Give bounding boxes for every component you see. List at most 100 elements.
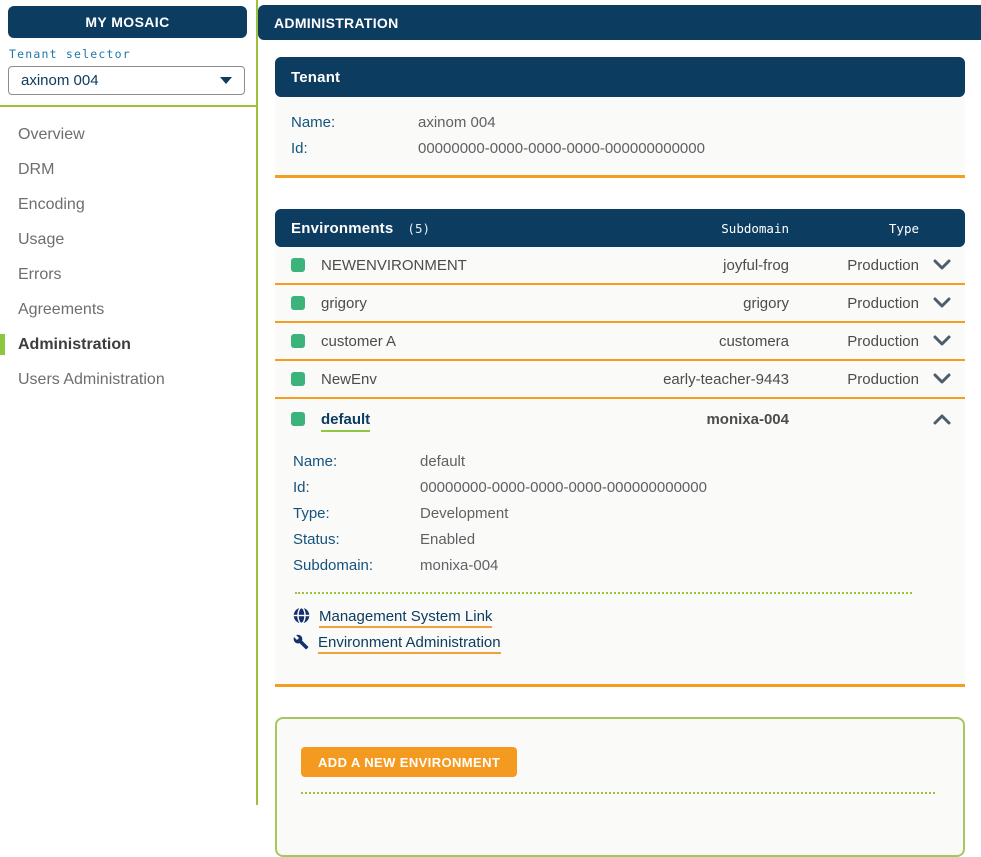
environments-card-body: NEWENVIRONMENT joyful-frog Production gr… [275,247,965,687]
environment-name: default [321,411,370,432]
field-value: default [420,449,465,475]
environments-card-title: Environments [291,220,393,237]
field-label: Name: [293,449,420,475]
environments-title-wrap: Environments (5) [291,220,579,237]
sidebar-item-drm[interactable]: DRM [0,152,256,187]
sidebar-item-agreements[interactable]: Agreements [0,292,256,327]
green-square-icon [291,334,305,348]
environments-card: Environments (5) Subdomain Type NEWENVIR… [275,209,965,687]
chevron-up-icon[interactable] [919,413,965,425]
field-value: monixa-004 [420,553,498,579]
environment-row[interactable]: grigory grigory Production [275,285,965,323]
environment-details: Name: default Id: 00000000-0000-0000-000… [275,439,965,579]
tenant-card: Tenant Name: axinom 004 Id: 00000000-000… [275,57,965,178]
environment-name: customer A [321,333,579,350]
nav-label: Users Administration [18,371,165,389]
brand-label: MY MOSAIC [85,14,169,30]
environment-name: NEWENVIRONMENT [321,257,579,274]
field-label: Id: [293,475,420,501]
dotted-divider [301,792,935,794]
environment-administration-link[interactable]: Environment Administration [318,634,501,654]
management-system-link[interactable]: Management System Link [319,608,492,628]
nav-label: DRM [18,161,54,179]
detail-row: Id: 00000000-0000-0000-0000-000000000000 [293,475,965,501]
column-header-type: Type [789,221,919,236]
sidebar-item-users-administration[interactable]: Users Administration [0,362,256,397]
tenant-selector-dropdown[interactable]: axinom 004 [8,66,245,95]
detail-row: Type: Development [293,501,965,527]
environment-links: Management System Link Environment Admin… [275,605,965,684]
environment-name-wrap: default [321,411,579,428]
detail-row: Status: Enabled [293,527,965,553]
tenant-card-header: Tenant [275,57,965,97]
content-column: Tenant Name: axinom 004 Id: 00000000-000… [275,57,965,857]
environments-card-header: Environments (5) Subdomain Type [275,209,965,247]
field-label: Id: [291,136,418,162]
environment-type: Production [789,333,919,350]
nav-label: Overview [18,126,85,144]
chevron-down-icon[interactable] [919,297,965,309]
tenant-name-row: Name: axinom 004 [291,110,949,136]
environment-subdomain: joyful-frog [579,257,789,274]
page-title-bar: ADMINISTRATION [258,5,981,40]
environments-count-badge: (5) [407,221,430,236]
green-square-icon [291,258,305,272]
environment-type: Production [789,295,919,312]
my-mosaic-button[interactable]: MY MOSAIC [8,6,247,38]
nav-label: Encoding [18,196,85,214]
field-label: Status: [293,527,420,553]
add-environment-panel: ADD A NEW ENVIRONMENT [275,717,965,857]
globe-icon [293,607,310,629]
environment-administration-link-row: Environment Administration [293,631,965,657]
sidebar-item-overview[interactable]: Overview [0,117,256,152]
chevron-down-icon [220,77,232,84]
field-label: Subdomain: [293,553,420,579]
environment-name: grigory [321,295,579,312]
column-header-subdomain: Subdomain [579,221,789,236]
green-square-icon [291,372,305,386]
green-square-icon [291,412,305,426]
sidebar-item-encoding[interactable]: Encoding [0,187,256,222]
nav-label: Administration [18,336,131,354]
environment-type: Production [789,371,919,388]
nav-label: Usage [18,231,64,249]
environment-subdomain: monixa-004 [579,411,789,428]
sidebar-item-administration[interactable]: Administration [0,327,256,362]
environment-row[interactable]: NewEnv early-teacher-9443 Production [275,361,965,399]
tenant-selected-value: axinom 004 [21,72,99,89]
detail-row: Subdomain: monixa-004 [293,553,965,579]
green-square-icon [291,296,305,310]
environment-type: Production [789,257,919,274]
tenant-id-row: Id: 00000000-0000-0000-0000-000000000000 [291,136,949,162]
wrench-icon [293,634,309,655]
chevron-down-icon[interactable] [919,373,965,385]
dotted-divider [295,592,912,594]
tenant-card-title: Tenant [291,69,340,86]
environment-subdomain: early-teacher-9443 [579,371,789,388]
field-value: Enabled [420,527,475,553]
environment-row[interactable]: customer A customera Production [275,323,965,361]
environment-row-expanded[interactable]: default monixa-004 [275,399,965,439]
management-system-link-row: Management System Link [293,605,965,631]
add-environment-button[interactable]: ADD A NEW ENVIRONMENT [301,747,517,777]
chevron-down-icon[interactable] [919,335,965,347]
environment-subdomain: grigory [579,295,789,312]
field-value: 00000000-0000-0000-0000-000000000000 [420,475,707,501]
main-content: ADMINISTRATION Tenant Name: axinom 004 I… [258,0,981,805]
field-value: Development [420,501,508,527]
field-value: 00000000-0000-0000-0000-000000000000 [418,136,705,162]
field-label: Type: [293,501,420,527]
environment-name: NewEnv [321,371,579,388]
tenant-card-body: Name: axinom 004 Id: 00000000-0000-0000-… [275,97,965,178]
page-title: ADMINISTRATION [274,15,399,31]
field-label: Name: [291,110,418,136]
environment-row[interactable]: NEWENVIRONMENT joyful-frog Production [275,247,965,285]
sidebar-nav: Overview DRM Encoding Usage Errors Agree… [0,117,256,397]
sidebar: MY MOSAIC Tenant selector axinom 004 Ove… [0,0,258,805]
nav-label: Errors [18,266,62,284]
field-value: axinom 004 [418,110,496,136]
sidebar-item-errors[interactable]: Errors [0,257,256,292]
sidebar-item-usage[interactable]: Usage [0,222,256,257]
chevron-down-icon[interactable] [919,259,965,271]
tenant-selector-label: Tenant selector [9,47,256,61]
